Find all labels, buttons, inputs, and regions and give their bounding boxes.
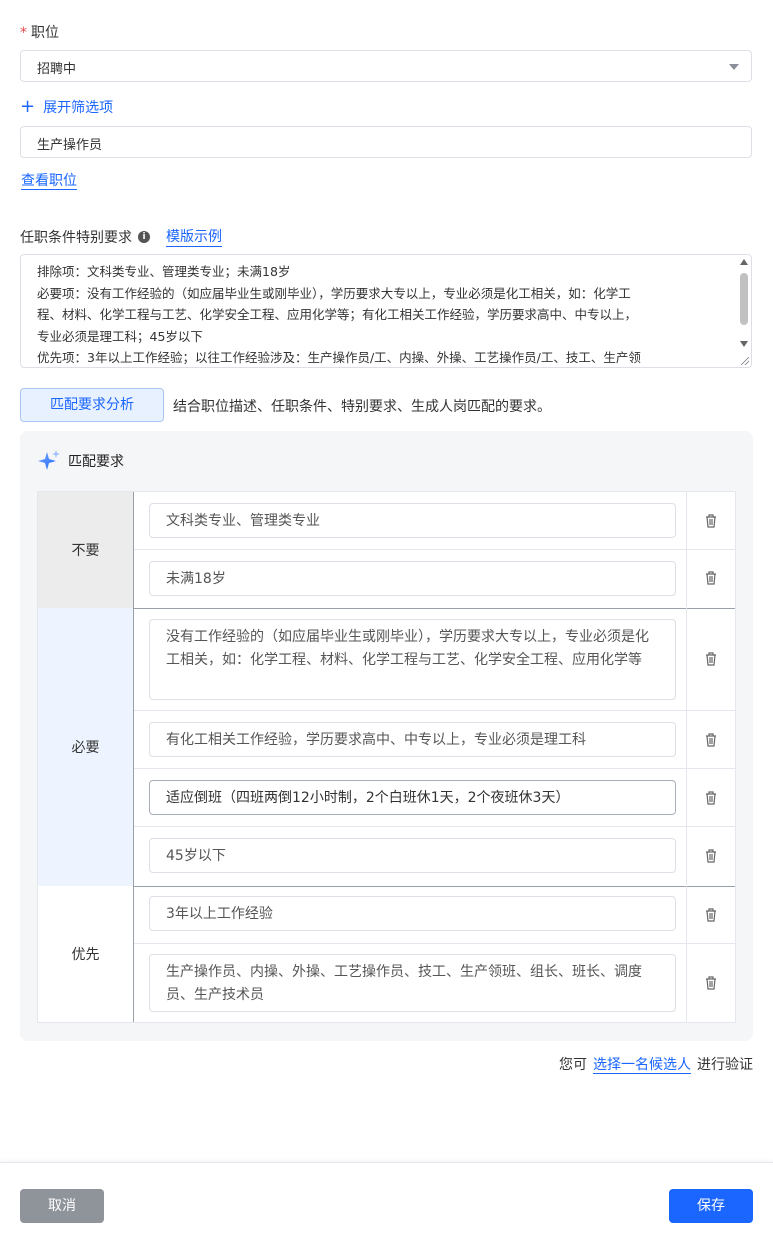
- match-requirements-title: 匹配要求: [68, 454, 124, 470]
- verify-prefix: 您可: [559, 1057, 587, 1073]
- match-analysis-button[interactable]: 匹配要求分析: [20, 388, 164, 422]
- table-row: 45岁以下: [134, 827, 735, 885]
- trash-icon[interactable]: [705, 791, 717, 805]
- group-label-must: 必要: [38, 608, 134, 886]
- footer-bar: 取消 保存: [0, 1162, 773, 1242]
- chevron-down-icon: [729, 64, 739, 70]
- table-row: 没有工作经验的（如应届毕业生或刚毕业），学历要求大专以上，专业必须是化工相关，如…: [134, 608, 735, 711]
- required-mark: *: [20, 25, 27, 41]
- match-requirements-panel: 匹配要求 不要 文科类专业、管理类专业 未满18岁 必要 没有工作经验的（如应届…: [20, 431, 753, 1041]
- expand-filters-label: 展开筛选项: [43, 100, 114, 116]
- requirement-input[interactable]: 3年以上工作经验: [149, 896, 676, 931]
- group-label-preferred: 优先: [38, 886, 134, 1022]
- trash-icon[interactable]: [705, 976, 717, 990]
- view-position-label: 查看职位: [21, 173, 77, 190]
- table-row: 未满18岁: [134, 550, 735, 607]
- scroll-up-arrow-icon[interactable]: [740, 259, 748, 265]
- preferred-group: 优先 3年以上工作经验 生产操作员、内操、外操、工艺操作员、技工、生产领班、组长…: [38, 886, 735, 1022]
- requirements-line: 排除项：文科类专业、管理类专业；未满18岁: [37, 264, 291, 279]
- verify-hint: 您可 选择一名候选人 进行验证: [559, 1054, 753, 1074]
- sparkle-icon: [38, 450, 60, 470]
- requirement-input[interactable]: 45岁以下: [149, 838, 676, 873]
- position-label-text: 职位: [31, 25, 59, 41]
- requirement-input[interactable]: 有化工相关工作经验，学历要求高中、中专以上，专业必须是理工科: [149, 722, 676, 757]
- scrollbar-thumb[interactable]: [740, 273, 748, 325]
- trash-icon[interactable]: [705, 652, 717, 666]
- match-requirements-header: 匹配要求: [36, 448, 124, 474]
- match-analysis-hint: 结合职位描述、任职条件、特别要求、生成人岗匹配的要求。: [173, 399, 551, 415]
- table-row: 文科类专业、管理类专业: [134, 492, 735, 550]
- delete-cell: [686, 827, 735, 885]
- requirement-input[interactable]: 没有工作经验的（如应届毕业生或刚毕业），学历要求大专以上，专业必须是化工相关，如…: [149, 619, 676, 700]
- requirements-text: 排除项：文科类专业、管理类专业；未满18岁 必要项：没有工作经验的（如应届毕业生…: [37, 261, 727, 367]
- status-select-value: 招聘中: [37, 62, 77, 77]
- table-row: 有化工相关工作经验，学历要求高中、中专以上，专业必须是理工科: [134, 711, 735, 769]
- delete-cell: [686, 886, 735, 943]
- expand-filters-link[interactable]: + 展开筛选项: [20, 97, 113, 117]
- trash-icon[interactable]: [705, 514, 717, 528]
- position-label: * 职位: [20, 22, 59, 42]
- trash-icon[interactable]: [705, 908, 717, 922]
- job-name-input[interactable]: 生产操作员: [20, 126, 752, 158]
- resize-handle-icon[interactable]: [741, 357, 749, 365]
- delete-cell: [686, 550, 735, 607]
- trash-icon[interactable]: [705, 571, 717, 585]
- requirement-input[interactable]: 适应倒班（四班两倒12小时制，2个白班休1天，2个夜班休3天）: [149, 780, 676, 815]
- textarea-scrollbar[interactable]: [739, 259, 749, 359]
- info-icon[interactable]: i: [138, 230, 150, 243]
- template-example-link[interactable]: 模版示例: [166, 226, 222, 247]
- must-group: 必要 没有工作经验的（如应届毕业生或刚毕业），学历要求大专以上，专业必须是化工相…: [38, 608, 735, 887]
- delete-cell: [686, 944, 735, 1022]
- job-name-value: 生产操作员: [37, 138, 103, 153]
- save-button[interactable]: 保存: [669, 1189, 753, 1223]
- requirement-input[interactable]: 文科类专业、管理类专业: [149, 503, 676, 538]
- special-requirements-label: 任职条件特别要求: [20, 229, 132, 246]
- requirement-input[interactable]: 未满18岁: [149, 561, 676, 596]
- cancel-button[interactable]: 取消: [20, 1189, 104, 1223]
- requirements-line: 程、材料、化学工程与工艺、化学安全工程、应用化学等；有化工相关工作经验，学历要求…: [37, 307, 638, 322]
- table-row: 生产操作员、内操、外操、工艺操作员、技工、生产领班、组长、班长、调度员、生产技术…: [134, 944, 735, 1022]
- trash-icon[interactable]: [705, 849, 717, 863]
- plus-icon: +: [20, 96, 36, 117]
- match-requirements-table: 不要 文科类专业、管理类专业 未满18岁 必要 没有工作经验的（如应届毕业生或刚…: [37, 491, 736, 1023]
- table-row: 3年以上工作经验: [134, 886, 735, 944]
- delete-cell: [686, 492, 735, 549]
- requirements-textarea[interactable]: 排除项：文科类专业、管理类专业；未满18岁 必要项：没有工作经验的（如应届毕业生…: [20, 254, 752, 368]
- special-requirements-title: 任职条件特别要求 i 模版示例: [20, 226, 222, 247]
- requirements-line: 专业必须是理工科；45岁以下: [37, 328, 203, 344]
- select-candidate-link[interactable]: 选择一名候选人: [593, 1057, 691, 1074]
- trash-icon[interactable]: [705, 733, 717, 747]
- verify-suffix: 进行验证: [697, 1057, 753, 1073]
- delete-cell: [686, 769, 735, 826]
- delete-cell: [686, 608, 735, 710]
- status-select[interactable]: 招聘中: [20, 50, 752, 82]
- delete-cell: [686, 711, 735, 768]
- exclude-group: 不要 文科类专业、管理类专业 未满18岁: [38, 492, 735, 609]
- requirements-line: 优先项：3年以上工作经验；以往工作经验涉及：生产操作员/工、内操、外操、工艺操作…: [37, 350, 641, 365]
- view-position-link[interactable]: 查看职位: [21, 170, 77, 190]
- requirements-line: 必要项：没有工作经验的（如应届毕业生或刚毕业），学历要求大专以上，专业必须是化工…: [37, 285, 631, 301]
- requirement-input[interactable]: 生产操作员、内操、外操、工艺操作员、技工、生产领班、组长、班长、调度员、生产技术…: [149, 954, 676, 1012]
- group-label-exclude: 不要: [38, 492, 134, 608]
- scroll-down-arrow-icon[interactable]: [740, 341, 748, 347]
- table-row: 适应倒班（四班两倒12小时制，2个白班休1天，2个夜班休3天）: [134, 769, 735, 827]
